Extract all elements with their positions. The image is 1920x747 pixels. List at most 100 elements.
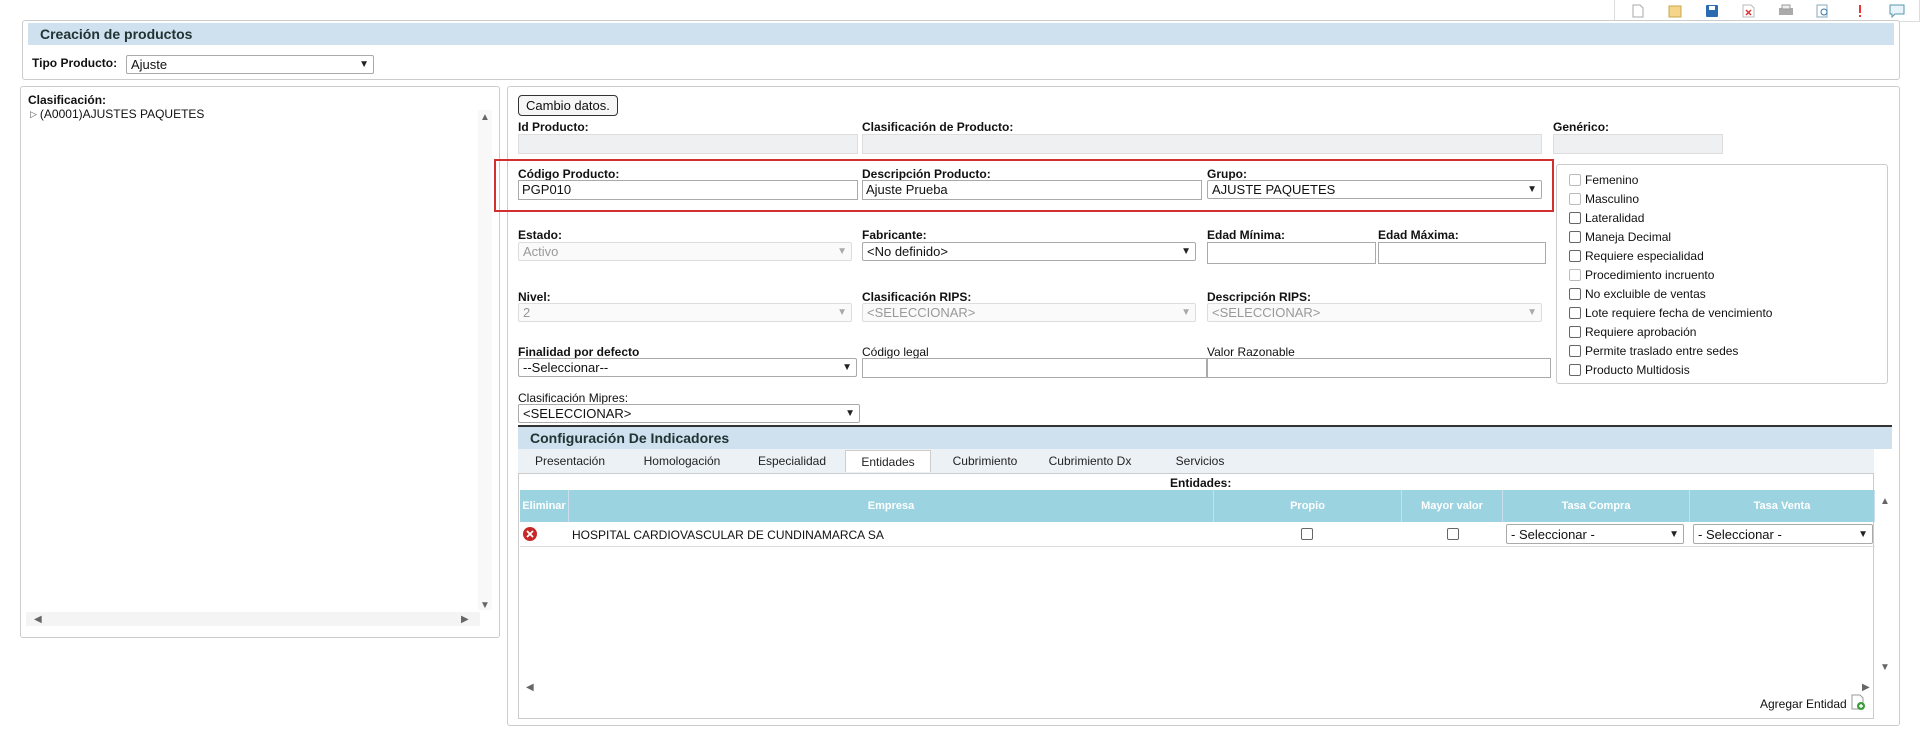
col-propio: Propio [1214,490,1402,522]
incruento-checkbox[interactable] [1569,269,1581,281]
femenino-checkbox[interactable] [1569,174,1581,186]
tasa-compra-value: - Seleccionar - [1511,526,1595,542]
propio-checkbox[interactable] [1301,528,1313,540]
codigo-producto-field[interactable]: PGP010 [518,180,858,200]
grupo-select[interactable]: AJUSTE PAQUETES ▼ [1207,180,1542,199]
lote-checkbox[interactable] [1569,307,1581,319]
indicadores-title: Configuración De Indicadores [518,427,1892,449]
option-multidosis[interactable]: Producto Multidosis [1569,363,1690,377]
clasificacion-label: Clasificación: [28,93,107,107]
codigo-legal-field[interactable] [862,358,1207,378]
edad-minima-field[interactable] [1207,242,1376,264]
chevron-down-icon: ▼ [1181,246,1191,257]
cambio-datos-button[interactable]: Cambio datos. [518,95,618,116]
id-producto-field [518,134,858,154]
no-excluible-checkbox[interactable] [1569,288,1581,300]
vertical-scrollbar[interactable] [478,110,492,610]
tab-cubrimiento[interactable]: Cubrimiento [942,450,1028,472]
edad-maxima-label: Edad Máxima: [1378,228,1459,242]
option-masculino[interactable]: Masculino [1569,192,1639,206]
tipo-producto-value: Ajuste [131,57,168,72]
option-lote[interactable]: Lote requiere fecha de vencimiento [1569,306,1772,320]
mayor-valor-checkbox[interactable] [1447,528,1459,540]
comment-icon[interactable] [1889,3,1905,19]
descripcion-producto-field[interactable]: Ajuste Prueba [862,180,1202,200]
option-especialidad[interactable]: Requiere especialidad [1569,249,1704,263]
scroll-up-icon[interactable]: ▲ [480,112,490,123]
decimal-checkbox[interactable] [1569,231,1581,243]
masculino-label: Masculino [1585,192,1640,206]
tree-panel [20,86,500,638]
especialidad-label: Requiere especialidad [1585,249,1704,263]
nivel-select[interactable]: 2 ▼ [518,303,852,322]
traslado-checkbox[interactable] [1569,345,1581,357]
lote-label: Lote requiere fecha de vencimiento [1585,306,1773,320]
horizontal-scrollbar[interactable] [26,612,480,626]
new-icon[interactable] [1630,3,1646,19]
delete-icon[interactable] [522,526,538,545]
tab-especialidad[interactable]: Especialidad [748,450,836,472]
preview-icon[interactable] [1815,3,1831,19]
finalidad-label: Finalidad por defecto [518,345,640,359]
option-traslado[interactable]: Permite traslado entre sedes [1569,344,1738,358]
option-no-excluible[interactable]: No excluible de ventas [1569,287,1706,301]
cancel-icon[interactable] [1741,3,1757,19]
finalidad-select[interactable]: --Seleccionar-- ▼ [518,358,857,377]
fabricante-select[interactable]: <No definido> ▼ [862,242,1196,261]
tasa-venta-select[interactable]: - Seleccionar - ▼ [1693,524,1873,544]
tab-homologacion[interactable]: Homologación [626,450,738,472]
descripcion-rips-select[interactable]: <SELECCIONAR> ▼ [1207,303,1542,322]
entidades-label: Entidades: [1170,476,1232,490]
table-scroll-down-icon[interactable]: ▼ [1880,662,1890,673]
scroll-left-icon[interactable]: ◀ [34,614,42,625]
col-tasa-venta: Tasa Venta [1690,490,1875,522]
tasa-compra-select[interactable]: - Seleccionar - ▼ [1506,524,1684,544]
lateralidad-checkbox[interactable] [1569,212,1581,224]
table-scroll-up-icon[interactable]: ▲ [1880,496,1890,507]
agregar-entidad-button[interactable]: Agregar Entidad [1760,694,1865,713]
tab-cubrimiento-dx[interactable]: Cubrimiento Dx [1040,450,1140,472]
edad-maxima-field[interactable] [1378,242,1546,264]
print-icon[interactable] [1778,3,1794,19]
option-aprobacion[interactable]: Requiere aprobación [1569,325,1696,339]
col-eliminar: Eliminar [520,490,569,522]
finalidad-value: --Seleccionar-- [523,360,609,375]
tree-node-label: (A0001)AJUSTES PAQUETES [39,107,205,121]
no-excluible-label: No excluible de ventas [1585,287,1706,301]
valor-razonable-label: Valor Razonable [1207,345,1295,359]
chevron-down-icon: ▼ [1527,307,1537,318]
tab-entidades[interactable]: Entidades [845,450,931,472]
save-icon[interactable] [1704,3,1720,19]
tree-node[interactable]: ▷ (A0001)AJUSTES PAQUETES [30,107,204,121]
mipres-label: Clasificación Mipres: [518,391,629,405]
scroll-right-icon[interactable]: ▶ [461,614,469,625]
valor-razonable-field[interactable] [1207,358,1551,378]
option-femenino[interactable]: Femenino [1569,173,1638,187]
multidosis-label: Producto Multidosis [1585,363,1690,377]
mipres-value: <SELECCIONAR> [523,406,632,421]
edad-minima-label: Edad Mínima: [1207,228,1286,242]
expand-icon[interactable]: ▷ [30,109,37,120]
masculino-checkbox[interactable] [1569,193,1581,205]
option-lateralidad[interactable]: Lateralidad [1569,211,1644,225]
alert-icon[interactable] [1852,3,1868,19]
multidosis-checkbox[interactable] [1569,364,1581,376]
open-icon[interactable] [1667,3,1683,19]
tipo-producto-select[interactable]: Ajuste ▼ [126,55,374,74]
especialidad-checkbox[interactable] [1569,250,1581,262]
chevron-down-icon: ▼ [837,246,847,257]
mipres-select[interactable]: <SELECCIONAR> ▼ [518,404,860,423]
tab-presentacion[interactable]: Presentación [526,450,614,472]
estado-select[interactable]: Activo ▼ [518,242,852,261]
id-producto-label: Id Producto: [518,120,589,134]
aprobacion-checkbox[interactable] [1569,326,1581,338]
table-scroll-right-icon[interactable]: ▶ [1862,682,1870,693]
clasificacion-rips-select[interactable]: <SELECCIONAR> ▼ [862,303,1196,322]
descripcion-producto-label: Descripción Producto: [862,167,991,181]
tab-servicios[interactable]: Servicios [1150,450,1250,472]
option-incruento[interactable]: Procedimiento incruento [1569,268,1714,282]
table-scroll-left-icon[interactable]: ◀ [526,682,534,693]
scroll-down-icon[interactable]: ▼ [480,600,490,611]
codigo-legal-label: Código legal [862,345,929,359]
option-decimal[interactable]: Maneja Decimal [1569,230,1671,244]
